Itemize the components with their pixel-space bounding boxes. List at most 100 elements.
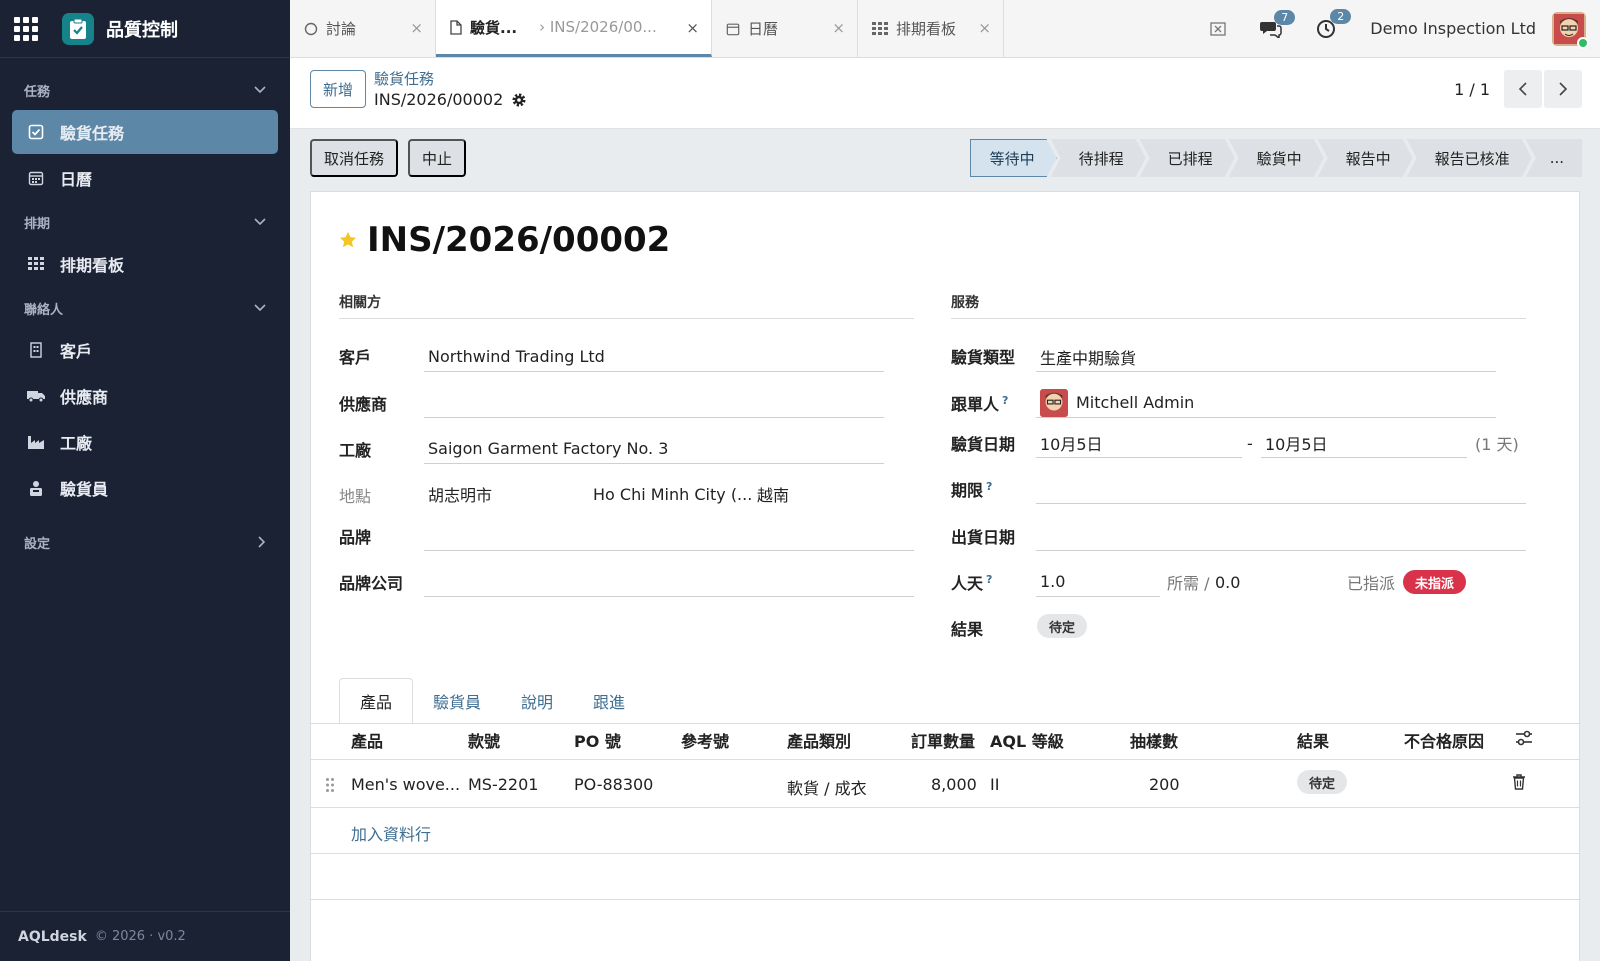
brand-label: 品牌	[339, 528, 372, 547]
col-defect-reason[interactable]: 不合格原因	[1404, 728, 1484, 752]
cell-aql-level[interactable]: II	[990, 775, 999, 794]
sidebar-section-scheduling[interactable]: 排期	[0, 202, 290, 242]
cell-sample-size[interactable]: 200	[1149, 775, 1180, 794]
cell-style-no[interactable]: MS-2201	[468, 775, 538, 794]
sidebar-item-customers[interactable]: 客戶	[12, 328, 278, 372]
deadline-field[interactable]	[1036, 474, 1526, 504]
inspection-date-from[interactable]: 10月5日	[1036, 428, 1242, 458]
stage-scheduled[interactable]: 已排程	[1140, 139, 1235, 177]
col-po-no[interactable]: PO 號	[574, 728, 621, 752]
tab-products[interactable]: 產品	[339, 678, 414, 724]
sidebar-item-label: 排期看板	[60, 256, 125, 275]
inspection-duration: (1 天)	[1475, 435, 1519, 454]
tab-inspectors[interactable]: 驗貨員	[413, 678, 501, 724]
abort-button[interactable]: 中止	[408, 139, 467, 177]
tab-discussion[interactable]: 討論 ×	[290, 0, 436, 57]
company-switcher[interactable]: Demo Inspection Ltd	[1370, 19, 1536, 38]
cell-product[interactable]: Men's wove...	[351, 775, 460, 794]
col-aql-level[interactable]: AQL 等級	[990, 728, 1064, 752]
pager-previous-button[interactable]	[1504, 70, 1542, 108]
tab-follow-up[interactable]: 跟進	[573, 678, 645, 724]
tab-calendar[interactable]: 日曆 ×	[712, 0, 858, 57]
sidebar-item-label: 驗貨任務	[60, 124, 125, 143]
sidebar-section-settings[interactable]: 設定	[0, 522, 290, 562]
pager-next-button[interactable]	[1544, 70, 1582, 108]
brand-field[interactable]	[424, 521, 914, 551]
sidebar-item-schedule-board[interactable]: 排期看板	[12, 242, 278, 286]
location-country[interactable]: 越南	[753, 479, 789, 509]
sidebar-item-suppliers[interactable]: 供應商	[12, 374, 278, 418]
building-icon	[26, 340, 46, 360]
apps-grid-icon[interactable]	[14, 16, 38, 41]
col-product[interactable]: 產品	[351, 728, 383, 752]
add-line-link[interactable]: 加入資料行	[351, 821, 431, 845]
supplier-field[interactable]	[424, 388, 884, 418]
delete-row-trash-icon[interactable]	[1512, 774, 1526, 790]
col-style-no[interactable]: 款號	[468, 728, 500, 752]
col-category[interactable]: 產品類別	[787, 728, 851, 752]
factory-field[interactable]: Saigon Garment Factory No. 3	[424, 434, 884, 464]
sidebar-section-label: 設定	[24, 536, 51, 552]
col-sample-size[interactable]: 抽樣數	[1130, 728, 1178, 752]
man-days-help-icon[interactable]: ?	[986, 573, 992, 586]
chevron-down-icon	[254, 304, 266, 312]
chevron-right-icon	[258, 536, 266, 548]
inspection-type-field[interactable]: 生產中期驗貨	[1036, 342, 1496, 372]
close-all-tabs-icon[interactable]	[1210, 21, 1226, 36]
stage-report-approved[interactable]: 報告已核准	[1407, 139, 1532, 177]
tab-inspection-record[interactable]: 驗貨... › INS/2026/00... ×	[436, 0, 712, 57]
sidebar-item-inspection-tasks[interactable]: 驗貨任務	[12, 110, 278, 154]
sidebar-item-factories[interactable]: 工廠	[12, 420, 278, 464]
stage-reporting[interactable]: 報告中	[1318, 139, 1413, 177]
cancel-task-button[interactable]: 取消任務	[310, 139, 399, 177]
close-tab-icon[interactable]: ×	[832, 19, 845, 37]
sidebar-item-inspectors[interactable]: 驗貨員	[12, 466, 278, 510]
follower-field[interactable]: Mitchell Admin	[1036, 388, 1496, 418]
sidebar-section-tasks[interactable]: 任務	[0, 70, 290, 110]
inspection-date-to[interactable]: 10月5日	[1261, 428, 1467, 458]
man-days-field[interactable]: 1.0	[1036, 567, 1160, 597]
col-order-qty[interactable]: 訂單數量	[911, 728, 975, 752]
stage-waiting[interactable]: 等待中	[970, 139, 1057, 177]
sidebar-section-contacts[interactable]: 聯絡人	[0, 288, 290, 328]
ship-date-field[interactable]	[1036, 521, 1526, 551]
star-icon[interactable]	[339, 231, 357, 249]
location-city-en[interactable]: Ho Chi Minh City (...	[589, 479, 752, 509]
drag-handle-icon[interactable]	[325, 777, 335, 793]
close-tab-icon[interactable]: ×	[410, 19, 423, 37]
calendar-icon	[726, 22, 740, 36]
col-ref-no[interactable]: 參考號	[681, 728, 729, 752]
new-record-button[interactable]: 新增	[310, 70, 367, 108]
user-avatar[interactable]	[1552, 11, 1589, 49]
sidebar-item-calendar[interactable]: 日曆	[12, 156, 278, 200]
brand-company-field[interactable]	[424, 567, 914, 597]
tab-label: 驗貨...	[470, 18, 518, 37]
cell-category[interactable]: 軟貨 / 成衣	[787, 775, 867, 799]
col-result[interactable]: 結果	[1297, 728, 1329, 752]
column-settings-icon[interactable]	[1515, 730, 1533, 746]
customer-field[interactable]: Northwind Trading Ltd	[424, 342, 884, 372]
record-title: INS/2026/00002	[339, 220, 670, 260]
location-city[interactable]: 胡志明市	[424, 479, 492, 509]
messages-icon[interactable]: 7	[1260, 9, 1296, 38]
result-badge: 待定	[1037, 614, 1088, 638]
tab-schedule-board[interactable]: 排期看板 ×	[858, 0, 1004, 57]
close-tab-icon[interactable]: ×	[686, 19, 699, 37]
sidebar-item-label: 供應商	[60, 388, 109, 407]
breadcrumb-parent-link[interactable]: 驗貨任務	[374, 68, 434, 89]
breadcrumb-current: INS/2026/00002	[374, 90, 527, 109]
gear-icon[interactable]	[511, 92, 527, 108]
stage-more-dropdown[interactable]: ...	[1525, 139, 1582, 177]
follower-help-icon[interactable]: ?	[1002, 394, 1008, 407]
tab-notes[interactable]: 說明	[501, 678, 573, 724]
pager-value[interactable]: 1 / 1	[1454, 80, 1490, 99]
activity-clock-icon[interactable]: 2	[1316, 8, 1352, 39]
deadline-help-icon[interactable]: ?	[986, 480, 992, 493]
cell-order-qty[interactable]: 8,000	[931, 775, 977, 794]
cell-po-no[interactable]: PO-88300	[574, 775, 653, 794]
close-tab-icon[interactable]: ×	[978, 19, 991, 37]
form-sheet: INS/2026/00002 相關方 服務 客戶 Northwind Tradi…	[310, 191, 1580, 961]
cell-result[interactable]: 待定	[1297, 770, 1348, 794]
stage-inspecting[interactable]: 驗貨中	[1229, 139, 1324, 177]
stage-to-schedule[interactable]: 待排程	[1051, 139, 1146, 177]
